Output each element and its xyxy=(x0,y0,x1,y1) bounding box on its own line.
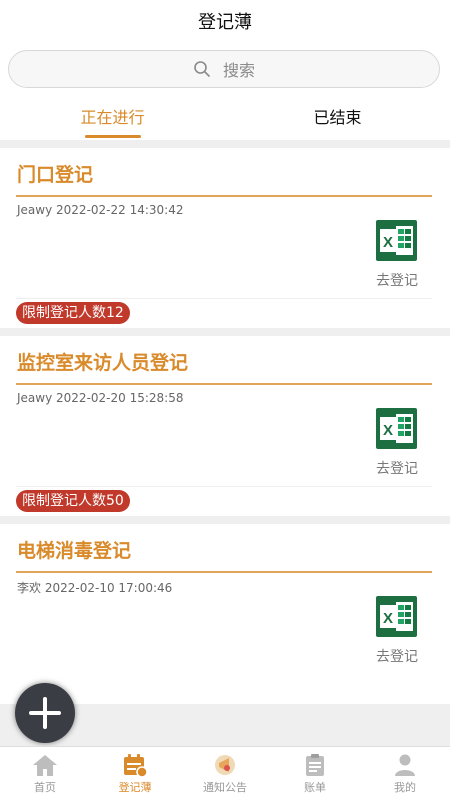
divider xyxy=(16,571,432,573)
divider xyxy=(16,195,432,197)
page-title: 登记薄 xyxy=(198,12,252,33)
search-placeholder: 搜索 xyxy=(222,61,255,80)
tabbar-item-bill[interactable]: 账单 xyxy=(270,747,360,801)
svg-text:X: X xyxy=(383,610,393,627)
limit-badge: 限制登记人数50 xyxy=(16,490,130,512)
tabbar-item-register[interactable]: 登记薄 xyxy=(90,747,180,801)
bottom-tab-bar: 首页 登记薄 通知公告 账单 我的 xyxy=(0,746,450,801)
card-title: 电梯消毒登记 xyxy=(17,540,132,562)
excel-icon[interactable]: X xyxy=(376,220,417,261)
card-meta: 李欢 2022-02-10 17:00:46 xyxy=(17,579,172,596)
register-card[interactable]: 电梯消毒登记 李欢 2022-02-10 17:00:46 X 去登记 xyxy=(0,524,450,704)
divider xyxy=(16,486,432,487)
card-title: 门口登记 xyxy=(17,164,94,186)
excel-icon[interactable]: X xyxy=(376,596,417,637)
divider xyxy=(16,383,432,385)
limit-badge: 限制登记人数12 xyxy=(16,302,130,324)
tabbar-item-notice[interactable]: 通知公告 xyxy=(180,747,270,801)
notice-icon xyxy=(215,755,235,775)
tabbar-item-home[interactable]: 首页 xyxy=(0,747,90,801)
tab-finished[interactable]: 已结束 xyxy=(225,96,450,140)
search-input[interactable]: 搜索 xyxy=(8,50,440,88)
card-timestamp: 2022-02-20 15:28:58 xyxy=(56,391,184,405)
go-register-link[interactable]: 去登记 xyxy=(376,458,418,478)
add-register-button[interactable] xyxy=(15,683,75,743)
register-card[interactable]: 监控室来访人员登记 Jeawy 2022-02-20 15:28:58 X 去登… xyxy=(0,336,450,516)
tabbar-label: 通知公告 xyxy=(203,781,247,794)
search-icon xyxy=(194,61,210,77)
card-timestamp: 2022-02-22 14:30:42 xyxy=(56,203,184,217)
status-tabs: 正在进行 已结束 xyxy=(0,96,450,141)
card-title: 监控室来访人员登记 xyxy=(17,352,189,374)
card-meta: Jeawy 2022-02-20 15:28:58 xyxy=(17,391,183,405)
register-icon xyxy=(124,754,148,777)
home-icon xyxy=(33,755,57,776)
tabbar-label: 登记薄 xyxy=(118,781,152,794)
header: 登记薄 搜索 正在进行 已结束 xyxy=(0,0,450,141)
card-author: Jeawy xyxy=(17,391,53,405)
tab-in-progress[interactable]: 正在进行 xyxy=(0,96,225,140)
svg-text:X: X xyxy=(383,234,393,251)
divider xyxy=(16,298,432,299)
profile-icon xyxy=(395,754,415,776)
bill-icon xyxy=(306,754,324,776)
card-meta: Jeawy 2022-02-22 14:30:42 xyxy=(17,203,183,217)
card-author: Jeawy xyxy=(17,203,53,217)
card-author: 李欢 xyxy=(17,581,42,595)
card-timestamp: 2022-02-10 17:00:46 xyxy=(44,581,173,595)
tabbar-label: 首页 xyxy=(34,781,56,794)
go-register-link[interactable]: 去登记 xyxy=(376,270,418,290)
register-card[interactable]: 门口登记 Jeawy 2022-02-22 14:30:42 X 去登记 限制登… xyxy=(0,148,450,328)
tabbar-item-profile[interactable]: 我的 xyxy=(360,747,450,801)
go-register-link[interactable]: 去登记 xyxy=(376,646,418,666)
tabbar-label: 账单 xyxy=(304,781,326,794)
svg-text:X: X xyxy=(383,422,393,439)
tabbar-label: 我的 xyxy=(394,781,416,794)
excel-icon[interactable]: X xyxy=(376,408,417,449)
register-list: 门口登记 Jeawy 2022-02-22 14:30:42 X 去登记 限制登… xyxy=(0,148,450,712)
